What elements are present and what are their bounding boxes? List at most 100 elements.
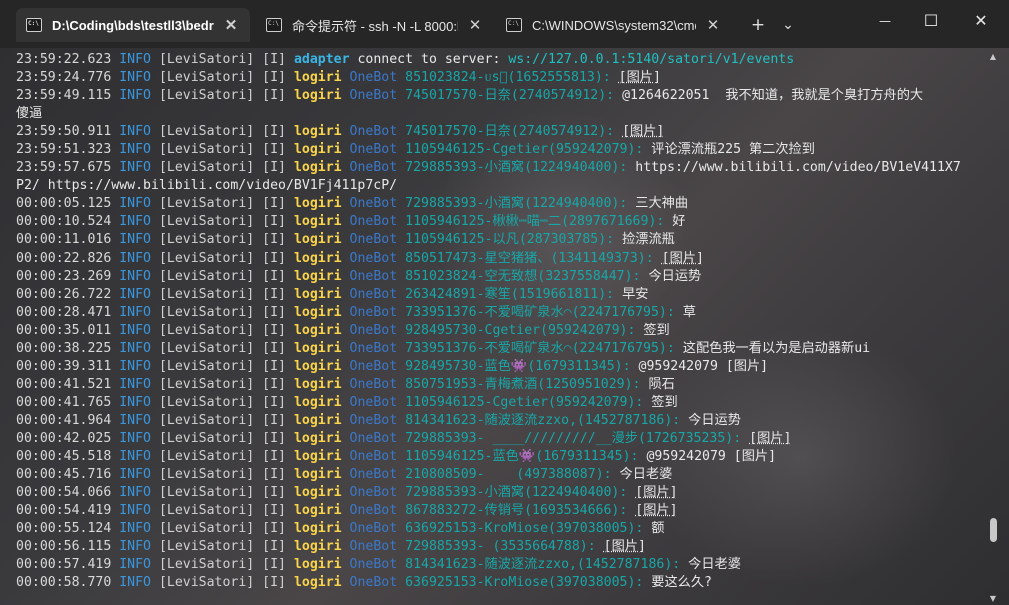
log-platform: OneBot bbox=[349, 358, 398, 374]
log-level: INFO bbox=[119, 449, 151, 465]
log-tag: [LeviSatori] [I] bbox=[158, 322, 286, 338]
log-tag: [LeviSatori] [I] bbox=[158, 232, 286, 248]
log-tag: [LeviSatori] [I] bbox=[158, 142, 286, 158]
tab-bedrock-server[interactable]: D:\Coding\bds\testll3\bedrock ✕ bbox=[16, 8, 250, 42]
log-timestamp: 00:00:11.016 bbox=[16, 232, 112, 248]
log-sender: 928495730-Cgetier(959242079): bbox=[405, 322, 636, 338]
tab-close-icon[interactable]: ✕ bbox=[466, 16, 484, 34]
log-line: 00:00:28.471 INFO [LeviSatori] [I] logir… bbox=[16, 304, 984, 322]
log-platform: OneBot bbox=[349, 214, 398, 230]
new-tab-button[interactable]: + bbox=[744, 12, 772, 38]
log-platform: OneBot bbox=[349, 322, 398, 338]
log-timestamp: 00:00:28.471 bbox=[16, 304, 112, 320]
log-line: 00:00:45.518 INFO [LeviSatori] [I] logir… bbox=[16, 448, 984, 466]
log-platform: OneBot bbox=[349, 376, 398, 392]
log-line: 00:00:54.419 INFO [LeviSatori] [I] logir… bbox=[16, 502, 984, 520]
log-line: 00:00:39.311 INFO [LeviSatori] [I] logir… bbox=[16, 358, 984, 376]
log-sender: 729885393- ____/////////__漫步(1726735235)… bbox=[405, 430, 742, 446]
log-sender: 1105946125-以凡(287303785): bbox=[405, 232, 615, 248]
log-source: logiri bbox=[293, 124, 342, 140]
log-tag: [LeviSatori] [I] bbox=[158, 124, 286, 140]
log-line: 23:59:24.776 INFO [LeviSatori] [I] logir… bbox=[16, 69, 984, 87]
log-platform: OneBot bbox=[349, 412, 398, 428]
tab-ssh[interactable]: 命令提示符 - ssh -N -L 8000:lo ✕ bbox=[256, 8, 494, 42]
log-source: logiri bbox=[293, 430, 342, 446]
log-sender: 729885393-小酒窝(1224940400): bbox=[405, 160, 628, 176]
log-level: INFO bbox=[119, 539, 151, 555]
terminal-pane[interactable]: 23:59:22.623 INFO [LeviSatori] [I] adapt… bbox=[0, 48, 1009, 605]
log-platform: OneBot bbox=[349, 449, 398, 465]
log-level: INFO bbox=[119, 394, 151, 410]
log-line: 00:00:57.419 INFO [LeviSatori] [I] logir… bbox=[16, 556, 984, 574]
minimize-button[interactable]: — bbox=[862, 0, 908, 42]
log-platform: OneBot bbox=[349, 232, 398, 248]
log-sender: 1105946125-Cgetier(959242079): bbox=[405, 142, 644, 158]
log-sender: 636925153-KroMiose(397038005): bbox=[405, 575, 644, 591]
tab-close-icon[interactable]: ✕ bbox=[222, 16, 240, 34]
log-platform: OneBot bbox=[349, 485, 398, 501]
log-level: INFO bbox=[119, 503, 151, 519]
log-source: logiri bbox=[293, 467, 342, 483]
log-platform: OneBot bbox=[349, 124, 398, 140]
log-message: 今日运势 bbox=[688, 412, 741, 428]
log-line: 00:00:41.964 INFO [LeviSatori] [I] logir… bbox=[16, 412, 984, 430]
log-tag: [LeviSatori] [I] bbox=[158, 340, 286, 356]
log-tag: [LeviSatori] [I] bbox=[158, 539, 286, 555]
log-message: [图片] bbox=[749, 430, 792, 446]
log-message: 早安 bbox=[622, 286, 649, 302]
log-line: 00:00:56.115 INFO [LeviSatori] [I] logir… bbox=[16, 538, 984, 556]
log-line: 00:00:55.124 INFO [LeviSatori] [I] logir… bbox=[16, 520, 984, 538]
log-timestamp: 00:00:58.770 bbox=[16, 575, 112, 591]
maximize-button[interactable]: ☐ bbox=[908, 0, 954, 42]
log-message: 额 bbox=[651, 521, 665, 537]
scrollbar[interactable]: ▲ ▼ bbox=[989, 52, 997, 604]
log-source: logiri bbox=[293, 142, 342, 158]
tab-label: 命令提示符 - ssh -N -L 8000:lo bbox=[292, 18, 458, 34]
log-timestamp: 00:00:38.225 bbox=[16, 340, 112, 356]
log-timestamp: 00:00:57.419 bbox=[16, 557, 112, 573]
tab-cmd[interactable]: C:\WINDOWS\system32\cmd.e ✕ bbox=[496, 8, 732, 42]
log-line: 00:00:05.125 INFO [LeviSatori] [I] logir… bbox=[16, 195, 984, 213]
log-timestamp: 23:59:22.623 bbox=[16, 52, 112, 67]
scroll-up-arrow[interactable]: ▲ bbox=[989, 52, 997, 62]
log-tag: [LeviSatori] [I] bbox=[158, 521, 286, 537]
log-timestamp: 23:59:49.115 bbox=[16, 88, 112, 104]
log-timestamp: 00:00:41.521 bbox=[16, 376, 112, 392]
log-sender: 263424891-寒笙(1519661811): bbox=[405, 286, 615, 302]
tab-close-icon[interactable]: ✕ bbox=[704, 16, 722, 34]
log-tag: [LeviSatori] [I] bbox=[158, 575, 286, 591]
log-tag: [LeviSatori] [I] bbox=[158, 286, 286, 302]
log-continuation: P2/ https://www.bilibili.com/video/BV1Fj… bbox=[16, 178, 398, 194]
log-timestamp: 00:00:54.066 bbox=[16, 485, 112, 501]
log-tag: [LeviSatori] [I] bbox=[158, 160, 286, 176]
log-sender: 928495730-蓝色👾(1679311345): bbox=[405, 358, 631, 374]
log-tag: [LeviSatori] [I] bbox=[158, 304, 286, 320]
log-source: logiri bbox=[293, 358, 342, 374]
scroll-down-arrow[interactable]: ▼ bbox=[989, 594, 997, 604]
log-timestamp: 00:00:05.125 bbox=[16, 196, 112, 212]
log-tag: [LeviSatori] [I] bbox=[158, 52, 286, 67]
log-source: logiri bbox=[293, 376, 342, 392]
log-level: INFO bbox=[119, 430, 151, 446]
log-link: ws://127.0.0.1:5140/satori/v1/events bbox=[508, 52, 795, 67]
scrollbar-thumb[interactable] bbox=[990, 518, 997, 542]
log-line: 00:00:41.521 INFO [LeviSatori] [I] logir… bbox=[16, 376, 984, 394]
log-source: logiri bbox=[293, 268, 342, 284]
log-sender: 851023824-ᴜs⃝(1652555813): bbox=[405, 70, 611, 86]
tab-dropdown-button[interactable]: ⌄ bbox=[774, 12, 802, 38]
log-platform: OneBot bbox=[349, 575, 398, 591]
close-window-button[interactable]: ✕ bbox=[956, 0, 1006, 42]
log-source: logiri bbox=[293, 286, 342, 302]
log-sender: 733951376-不爱喝矿泉水⌒(2247176795): bbox=[405, 340, 675, 356]
log-level: INFO bbox=[119, 304, 151, 320]
log-source: logiri bbox=[293, 250, 342, 266]
log-line: 00:00:26.722 INFO [LeviSatori] [I] logir… bbox=[16, 286, 984, 304]
log-message: @959242079 [图片] bbox=[646, 449, 777, 465]
log-line: 00:00:45.716 INFO [LeviSatori] [I] logir… bbox=[16, 466, 984, 484]
log-tag: [LeviSatori] [I] bbox=[158, 358, 286, 374]
log-source: logiri bbox=[293, 304, 342, 320]
log-message: 要这么久? bbox=[651, 575, 712, 591]
log-level: INFO bbox=[119, 142, 151, 158]
log-source: logiri bbox=[293, 232, 342, 248]
log-sender: 814341623-随波逐流zzxo,(1452787186): bbox=[405, 412, 681, 428]
